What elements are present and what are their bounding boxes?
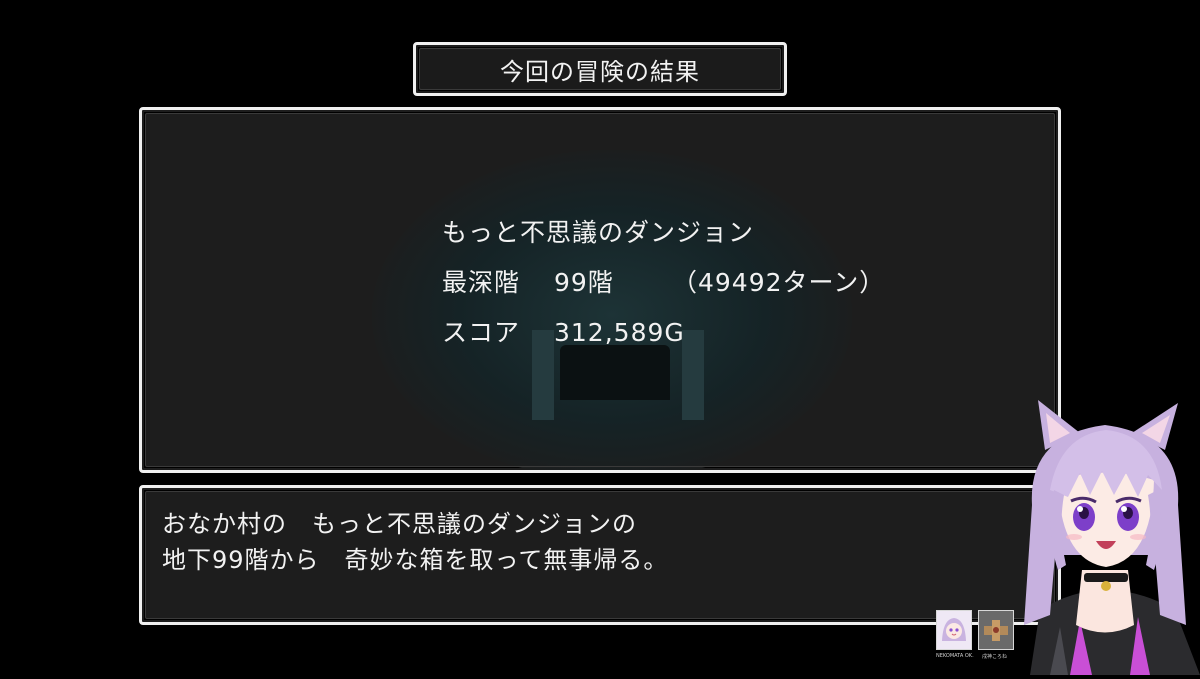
message-line-2: 地下99階から 奇妙な箱を取って無事帰る。 bbox=[162, 546, 669, 574]
message-line-1: おなか村の もっと不思議のダンジョンの bbox=[162, 510, 637, 538]
turn-count: （49492ターン） bbox=[672, 268, 886, 297]
stream-overlay-icons: NEKOMATA OK. 戌神ころね bbox=[936, 610, 1020, 672]
dungeon-name: もっと不思議のダンジョン bbox=[442, 218, 755, 247]
score-label: スコア bbox=[442, 318, 521, 347]
message-window: おなか村の もっと不思議のダンジョンの 地下99階から 奇妙な箱を取って無事帰る… bbox=[139, 485, 1061, 625]
dungeon-doorway bbox=[560, 345, 670, 400]
dungeon-pillar-right bbox=[682, 330, 704, 420]
thumb-label-2: 戌神ころね bbox=[982, 654, 1008, 660]
dungeon-pillar-left bbox=[532, 330, 554, 420]
deepest-floor-value: 99階 bbox=[554, 268, 614, 297]
deepest-floor-label: 最深階 bbox=[442, 268, 521, 297]
avatar-thumbnail-icon bbox=[936, 610, 972, 650]
thumb-label-1: NEKOMATA OK. bbox=[936, 653, 974, 659]
dungeon-scene-background bbox=[372, 150, 852, 470]
collaborator-thumbnail-icon bbox=[978, 610, 1014, 650]
result-panel: もっと不思議のダンジョン 最深階 99階 （49492ターン） スコア 312,… bbox=[139, 107, 1061, 473]
score-value: 312,589G bbox=[554, 318, 685, 347]
result-title: 今回の冒険の結果 bbox=[500, 57, 700, 86]
catgirl-vtuber-avatar bbox=[1010, 395, 1200, 675]
result-title-frame: 今回の冒険の結果 bbox=[413, 42, 787, 96]
